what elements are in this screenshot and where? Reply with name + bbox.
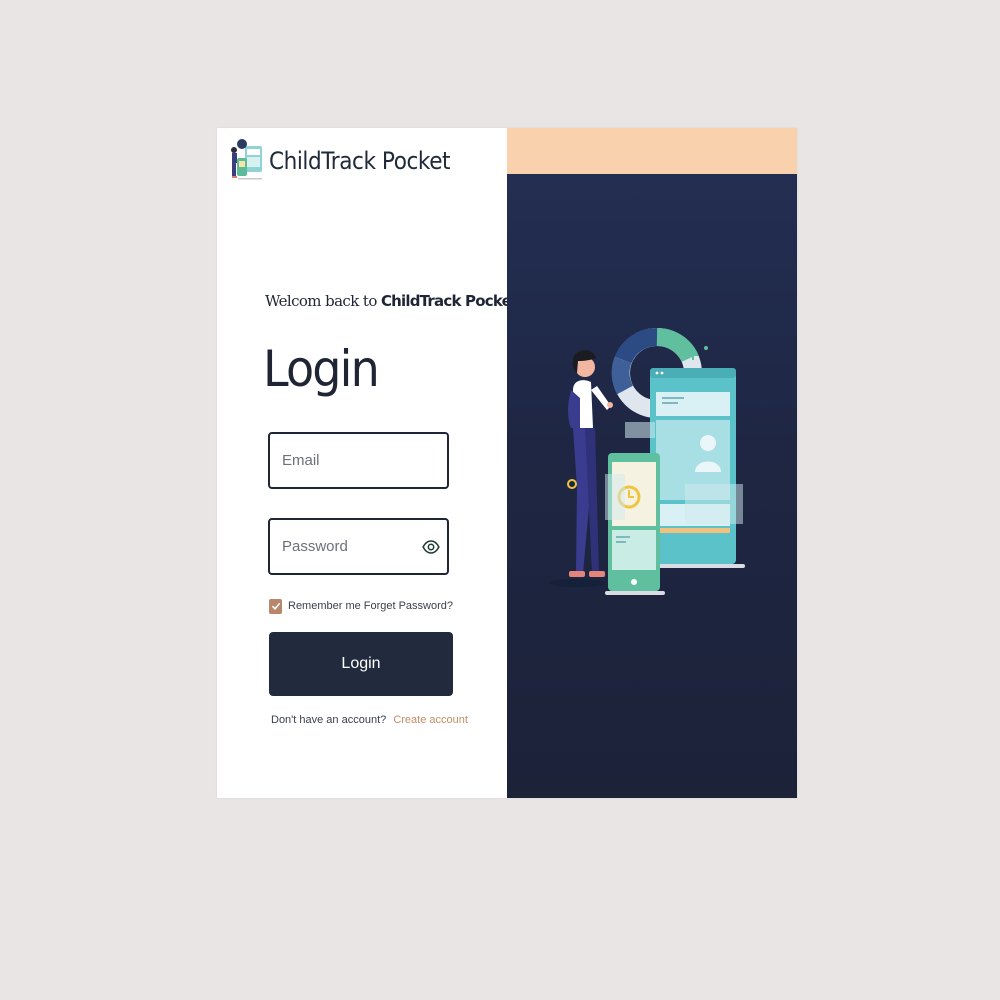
signup-text: Don't have an account? <box>271 714 387 726</box>
options-row: Remember me Forget Password? <box>269 597 453 615</box>
welcome-prefix: Welcom back to <box>265 292 377 310</box>
tablet-graphic <box>647 368 745 568</box>
checkmark-icon <box>271 602 280 610</box>
eye-icon[interactable] <box>422 538 440 556</box>
phone-graphic <box>605 453 665 595</box>
signup-prompt: Don't have an account? Create account <box>271 714 468 726</box>
create-account-link[interactable]: Create account <box>393 714 468 726</box>
remember-me-checkbox[interactable]: Remember me <box>269 598 361 614</box>
welcome-text: Welcom back to ChildTrack Pocket <box>265 292 518 310</box>
login-panel: ChildTrack Pocket Welcom back to ChildTr… <box>217 128 518 798</box>
page-title: Login <box>263 340 380 398</box>
remember-me-label: Remember me <box>288 600 361 612</box>
illustration-panel <box>507 128 797 798</box>
welcome-brand: ChildTrack Pocket <box>380 292 518 310</box>
dashboard-illustration <box>549 327 745 595</box>
checkbox-checked-icon[interactable] <box>269 598 282 614</box>
email-field-wrapper <box>268 432 449 489</box>
brand-name: ChildTrack Pocket <box>269 147 451 175</box>
forgot-password-link[interactable]: Forget Password? <box>364 600 453 612</box>
logo-icon <box>231 139 262 180</box>
login-button[interactable]: Login <box>269 632 453 696</box>
password-field-wrapper <box>268 518 449 575</box>
person-graphic <box>549 350 613 587</box>
password-field[interactable] <box>270 520 422 573</box>
email-field[interactable] <box>270 434 422 487</box>
brand-logo[interactable]: ChildTrack Pocket <box>228 138 470 184</box>
login-card: ChildTrack Pocket Welcom back to ChildTr… <box>217 128 797 798</box>
